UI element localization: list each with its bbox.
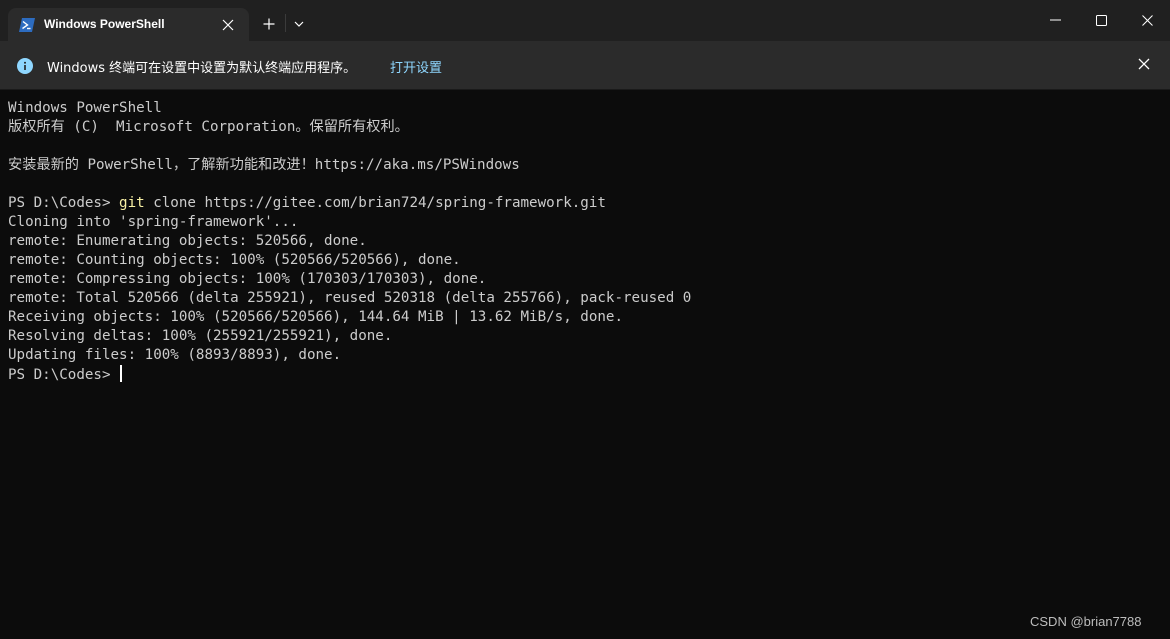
minimize-icon[interactable]	[1032, 0, 1078, 40]
maximize-icon[interactable]	[1078, 0, 1124, 40]
current-prompt-line[interactable]: PS D:\Codes>	[8, 365, 1162, 384]
info-bar: Windows 终端可在设置中设置为默认终端应用程序。 打开设置	[0, 41, 1170, 90]
window-close-icon[interactable]	[1124, 0, 1170, 40]
terminal-line: Resolving deltas: 100% (255921/255921), …	[8, 328, 393, 344]
terminal-line: Receiving objects: 100% (520566/520566),…	[8, 309, 623, 325]
tab-close-icon[interactable]	[218, 15, 238, 35]
terminal-output[interactable]: Windows PowerShell 版权所有 (C) Microsoft Co…	[0, 90, 1170, 639]
command-args: clone https://gitee.com/brian724/spring-…	[144, 195, 606, 211]
terminal-window: Windows PowerShell Windows 终端可在设置中设置为默认终…	[0, 0, 1170, 639]
command-name: git	[119, 195, 145, 211]
terminal-line: 版权所有 (C) Microsoft Corporation。保留所有权利。	[8, 119, 409, 135]
prompt: PS D:\Codes>	[8, 367, 120, 383]
open-settings-link[interactable]: 打开设置	[390, 57, 442, 76]
prompt: PS D:\Codes>	[8, 195, 120, 211]
title-bar: Windows PowerShell	[0, 0, 1170, 41]
infobar-close-icon[interactable]	[1134, 54, 1154, 74]
terminal-line: 安装最新的 PowerShell，了解新功能和改进！https://aka.ms…	[8, 157, 520, 173]
info-message: Windows 终端可在设置中设置为默认终端应用程序。	[47, 61, 357, 76]
watermark: CSDN @brian7788	[1030, 614, 1142, 629]
terminal-line: Windows PowerShell	[8, 100, 162, 116]
terminal-line: remote: Counting objects: 100% (520566/5…	[8, 252, 461, 268]
command-line: PS D:\Codes> git clone https://gitee.com…	[8, 194, 1162, 213]
tab-windows-powershell[interactable]: Windows PowerShell	[8, 8, 249, 41]
text-cursor	[120, 365, 122, 382]
terminal-line: Updating files: 100% (8893/8893), done.	[8, 347, 342, 363]
chevron-down-icon[interactable]	[288, 12, 310, 36]
tab-separator	[285, 14, 286, 32]
terminal-line: Cloning into 'spring-framework'...	[8, 214, 299, 230]
powershell-icon	[19, 17, 35, 32]
terminal-line: remote: Total 520566 (delta 255921), reu…	[8, 290, 692, 306]
tab-title: Windows PowerShell	[44, 17, 165, 31]
info-icon	[17, 58, 33, 74]
new-tab-plus-icon[interactable]	[257, 12, 281, 36]
terminal-line: remote: Compressing objects: 100% (17030…	[8, 271, 487, 287]
terminal-line: remote: Enumerating objects: 520566, don…	[8, 233, 367, 249]
